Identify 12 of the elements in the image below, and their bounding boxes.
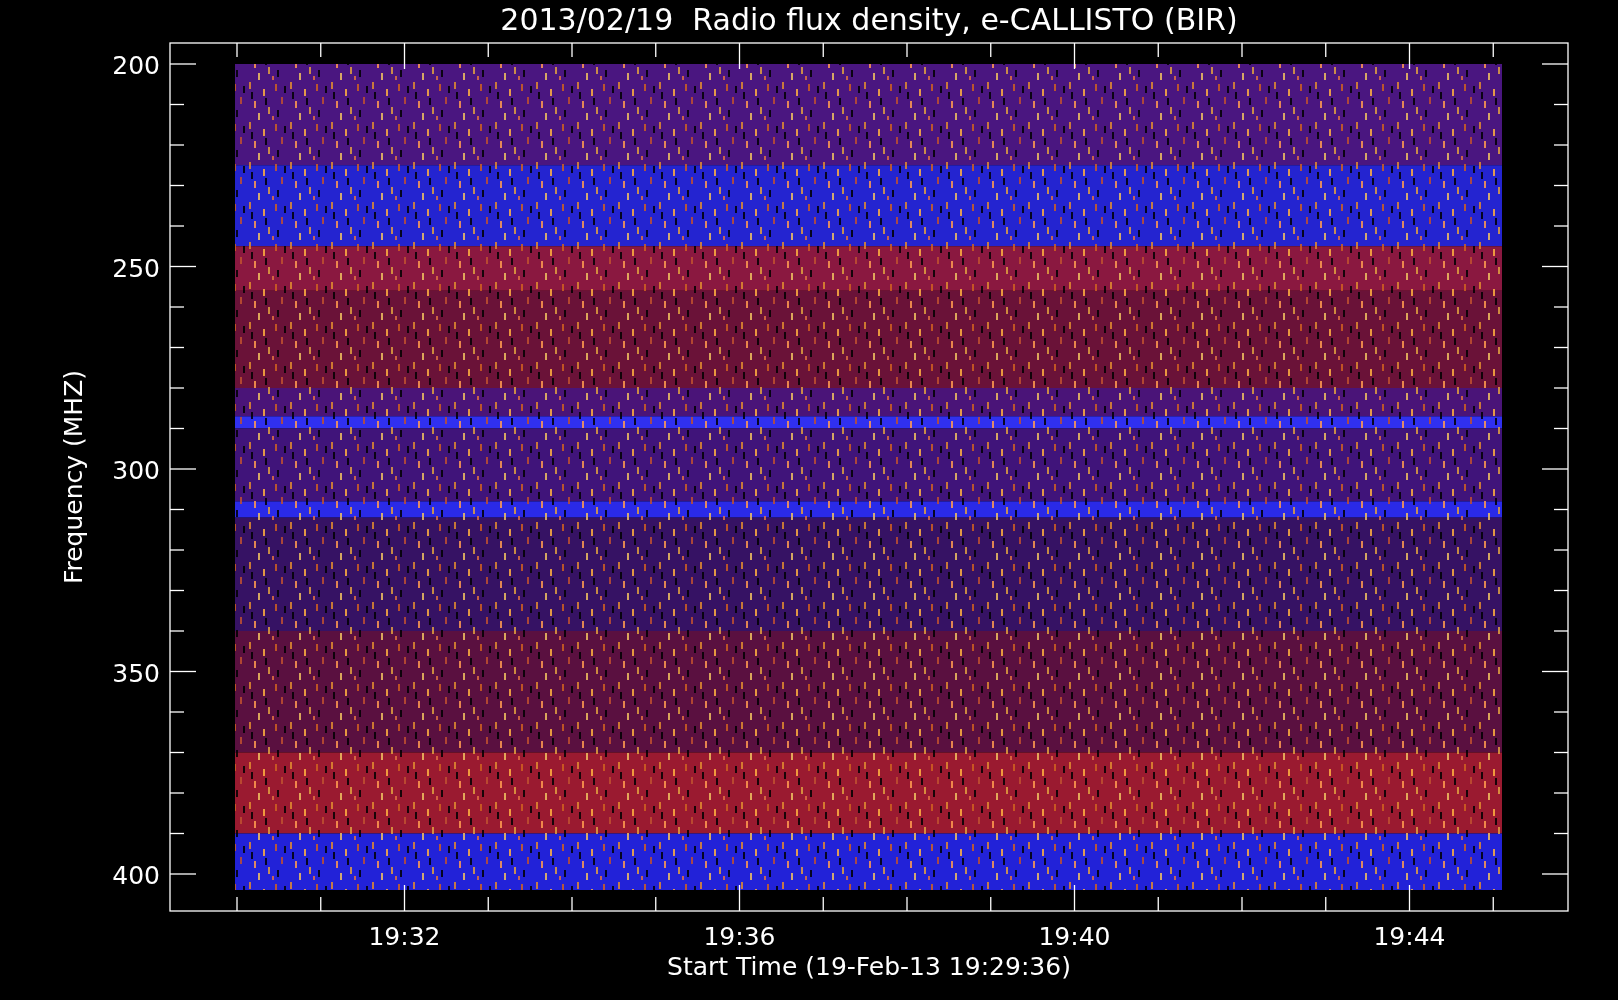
tick-label: 19:44: [1373, 922, 1446, 951]
tick-label: 19:36: [703, 922, 776, 951]
tick-label: 19:32: [368, 922, 441, 951]
tick-label: 400: [112, 861, 160, 890]
tick-label: 350: [112, 658, 160, 688]
tick-label: 300: [112, 456, 160, 485]
tick-label: 200: [112, 51, 160, 80]
axis-label: Start Time (19-Feb-13 19:29:36): [667, 952, 1071, 981]
tick-label: 250: [112, 253, 160, 283]
plot-title: 2013/02/19 Radio flux density, e-CALLISTO (BIR): [500, 2, 1238, 37]
axis-label: Frequency (MHZ): [59, 369, 88, 585]
tick-label: 19:40: [1038, 922, 1111, 951]
